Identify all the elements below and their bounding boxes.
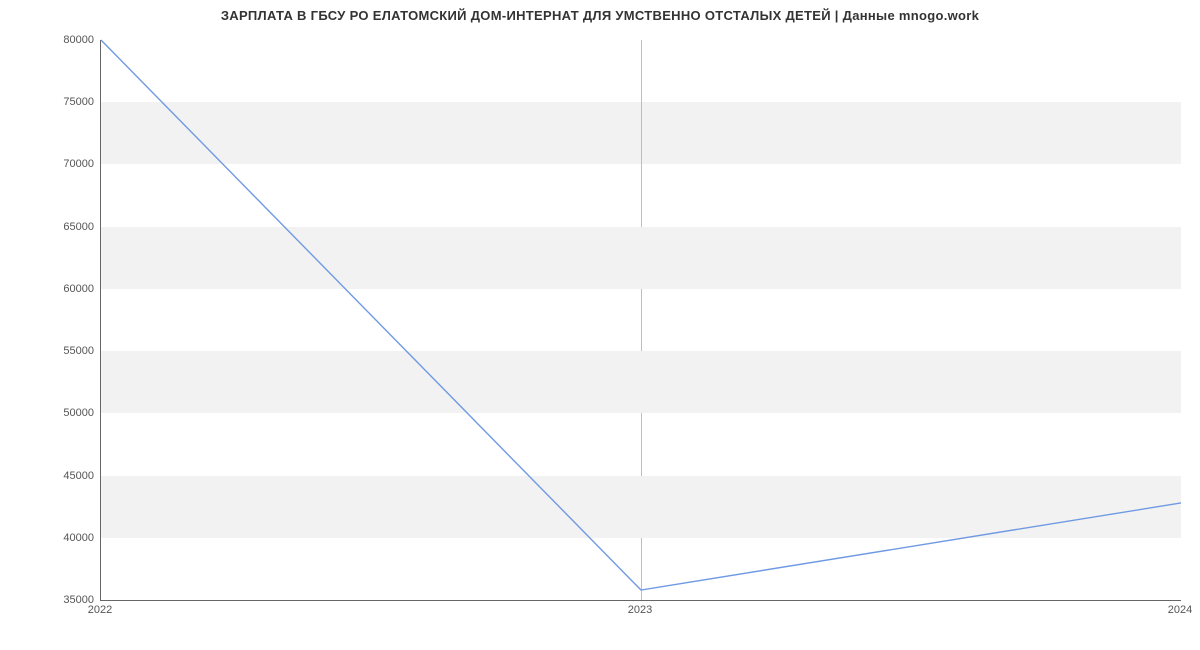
y-tick-label: 40000 (4, 532, 94, 544)
salary-line-series (101, 40, 1181, 590)
x-tick-label: 2023 (628, 604, 652, 616)
x-tick-label: 2022 (88, 604, 112, 616)
plot-area (100, 40, 1181, 601)
y-tick-label: 35000 (4, 594, 94, 606)
x-tick-label: 2024 (1168, 604, 1192, 616)
line-series-layer (101, 40, 1181, 600)
y-tick-label: 70000 (4, 158, 94, 170)
y-tick-label: 65000 (4, 221, 94, 233)
y-tick-label: 55000 (4, 345, 94, 357)
y-tick-label: 45000 (4, 470, 94, 482)
y-tick-label: 50000 (4, 407, 94, 419)
y-tick-label: 75000 (4, 96, 94, 108)
y-tick-label: 60000 (4, 283, 94, 295)
y-tick-label: 80000 (4, 34, 94, 46)
chart-title: ЗАРПЛАТА В ГБСУ РО ЕЛАТОМСКИЙ ДОМ-ИНТЕРН… (0, 8, 1200, 23)
chart-container: ЗАРПЛАТА В ГБСУ РО ЕЛАТОМСКИЙ ДОМ-ИНТЕРН… (0, 0, 1200, 650)
